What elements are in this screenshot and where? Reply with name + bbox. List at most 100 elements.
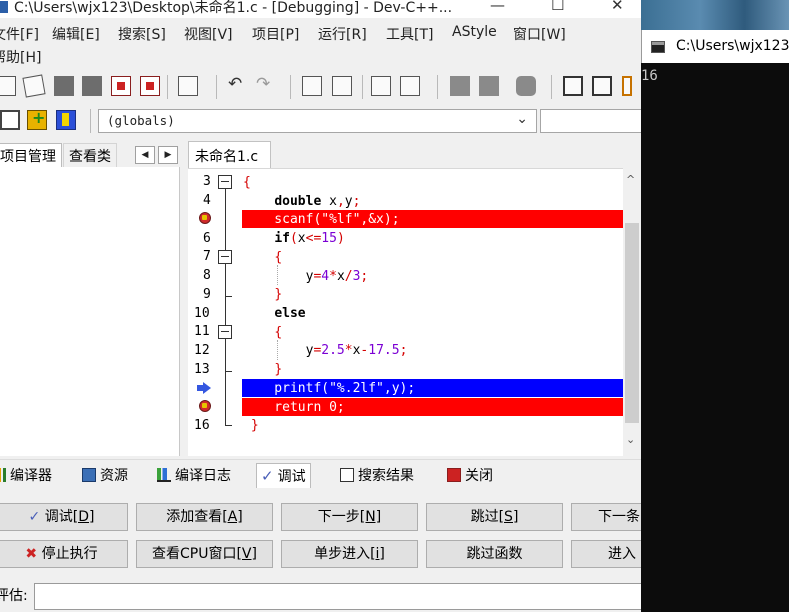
next-bookmark-icon[interactable] xyxy=(479,76,499,96)
member-select[interactable] xyxy=(540,109,641,133)
save-all-icon[interactable] xyxy=(82,76,102,96)
tab-search-results[interactable]: 搜索结果 xyxy=(336,463,418,488)
goto-line-icon[interactable] xyxy=(371,76,391,96)
menu-tools[interactable]: 工具[T] xyxy=(386,24,433,44)
layout-grid-icon[interactable] xyxy=(563,76,583,96)
undo-icon[interactable]: ↶ xyxy=(228,74,242,94)
print-icon[interactable] xyxy=(178,76,198,96)
enter-button[interactable]: 进入 xyxy=(571,540,641,568)
code-line-7[interactable]: { xyxy=(243,248,282,267)
tab-class-browser[interactable]: 查看类 xyxy=(63,143,117,167)
breakpoint-icon[interactable] xyxy=(199,212,211,224)
tab-resources-label: 资源 xyxy=(100,468,128,484)
code-line-15[interactable]: return 0; xyxy=(243,398,344,417)
tab-compiler[interactable]: 编译器 xyxy=(0,463,56,488)
find-icon[interactable] xyxy=(302,76,322,96)
close-button[interactable]: ✕ xyxy=(611,0,624,14)
execution-point-icon xyxy=(197,382,211,394)
toolbar-separator xyxy=(167,75,168,99)
code-line-14[interactable]: printf("%.2lf",y); xyxy=(243,379,415,398)
scroll-down-icon[interactable]: ⌄ xyxy=(626,433,635,446)
tab-scroll-left-button[interactable]: ◀ xyxy=(135,146,155,164)
debug-button-hotkey: [D] xyxy=(72,509,95,525)
menu-project[interactable]: 项目[P] xyxy=(252,24,299,44)
code-line-5[interactable]: scanf("%lf",&x); xyxy=(243,210,399,229)
tab-scroll-right-button[interactable]: ▶ xyxy=(158,146,178,164)
tab-project-manager[interactable]: 项目管理 xyxy=(0,143,62,167)
code-line-4[interactable]: double x,y; xyxy=(243,192,360,211)
code-line-11[interactable]: { xyxy=(243,323,282,342)
fold-end-marker xyxy=(225,371,232,372)
next-step-button[interactable]: 下一步[N] xyxy=(281,503,418,531)
search-results-icon xyxy=(340,468,354,482)
tab-resources[interactable]: 资源 xyxy=(78,463,132,488)
breakpoint-icon[interactable] xyxy=(199,400,211,412)
skip-button[interactable]: 跳过[S] xyxy=(426,503,563,531)
debug-button[interactable]: ✓ 调试[D] xyxy=(0,503,128,531)
tab-debug[interactable]: ✓ 调试 xyxy=(256,463,311,488)
tab-close[interactable]: 关闭 xyxy=(443,463,497,488)
code-line-3[interactable]: { xyxy=(243,173,251,192)
devcpp-window: C:\Users\wjx123\Desktop\未命名1.c - [Debugg… xyxy=(0,0,641,612)
scroll-up-icon[interactable]: ^ xyxy=(626,173,635,186)
skip-button-hotkey: [S] xyxy=(498,509,519,525)
save-icon[interactable] xyxy=(54,76,74,96)
next-step-button-hotkey: [N] xyxy=(359,509,382,525)
minimize-button[interactable]: — xyxy=(490,0,505,14)
debug-check-icon: ✓ xyxy=(261,467,274,485)
project-options-icon[interactable] xyxy=(56,110,76,130)
fold-toggle-icon[interactable] xyxy=(218,325,232,339)
scope-select[interactable]: (globals) ⌄ xyxy=(98,109,537,133)
evaluate-input[interactable] xyxy=(34,583,641,610)
step-into-button-label: 单步进入 xyxy=(314,546,371,562)
add-to-project-icon[interactable] xyxy=(27,108,47,130)
fullscreen-icon[interactable] xyxy=(622,76,632,96)
code-line-6[interactable]: if(x<=15) xyxy=(243,229,344,248)
replace-icon[interactable] xyxy=(332,76,352,96)
editor-scrollbar[interactable]: ^ ⌄ xyxy=(623,168,641,456)
view-cpu-window-button[interactable]: 查看CPU窗口[V] xyxy=(136,540,273,568)
close-all-icon[interactable] xyxy=(140,76,160,96)
new-project-icon[interactable] xyxy=(0,110,20,130)
scrollbar-thumb[interactable] xyxy=(625,223,639,423)
code-line-13[interactable]: } xyxy=(243,360,282,379)
menu-help[interactable]: 帮助[H] xyxy=(0,47,41,67)
menu-astyle[interactable]: AStyle xyxy=(452,24,497,40)
open-file-icon[interactable] xyxy=(22,74,46,98)
next-instruction-button[interactable]: 下一条 xyxy=(571,503,641,531)
redo-icon[interactable]: ↷ xyxy=(256,74,270,94)
menu-view[interactable]: 视图[V] xyxy=(184,24,233,44)
code-line-16[interactable]: } xyxy=(243,416,259,435)
tab-search-results-label: 搜索结果 xyxy=(358,468,414,484)
skip-function-button[interactable]: 跳过函数 xyxy=(426,540,563,568)
add-watch-button-label: 添加查看 xyxy=(166,509,223,525)
indent-icon[interactable] xyxy=(400,76,420,96)
prev-bookmark-icon[interactable] xyxy=(450,76,470,96)
window-icon[interactable] xyxy=(592,76,612,96)
menu-search[interactable]: 搜索[S] xyxy=(118,24,166,44)
stop-execution-button[interactable]: ✖ 停止执行 xyxy=(0,540,128,568)
fold-toggle-icon[interactable] xyxy=(218,250,232,264)
code-line-8[interactable]: y=4*x/3; xyxy=(243,267,369,286)
new-file-icon[interactable] xyxy=(0,76,16,96)
add-watch-button[interactable]: 添加查看[A] xyxy=(136,503,273,531)
code-line-10[interactable]: else xyxy=(243,304,305,323)
menu-file[interactable]: 文件[F] xyxy=(0,24,39,44)
toolbar-separator xyxy=(362,75,363,99)
fold-toggle-icon[interactable] xyxy=(218,175,232,189)
tab-untitled1-c[interactable]: 未命名1.c xyxy=(188,141,271,168)
code-line-9[interactable]: } xyxy=(243,285,282,304)
project-tree-panel[interactable] xyxy=(0,167,180,456)
code-line-12[interactable]: y=2.5*x-17.5; xyxy=(243,341,408,360)
left-panel-tabs: 项目管理 查看类 ◀ ▶ xyxy=(0,143,190,167)
maximize-button[interactable]: ☐ xyxy=(551,0,564,14)
close-file-icon[interactable] xyxy=(111,76,131,96)
menu-run[interactable]: 运行[R] xyxy=(318,24,367,44)
toolbar-separator xyxy=(551,75,552,99)
toggle-comment-icon[interactable] xyxy=(516,76,536,96)
menu-edit[interactable]: 编辑[E] xyxy=(52,24,100,44)
tab-compile-log[interactable]: 编译日志 xyxy=(153,463,235,488)
menu-window[interactable]: 窗口[W] xyxy=(513,24,566,44)
tab-close-label: 关闭 xyxy=(465,468,493,484)
step-into-button[interactable]: 单步进入[i] xyxy=(281,540,418,568)
